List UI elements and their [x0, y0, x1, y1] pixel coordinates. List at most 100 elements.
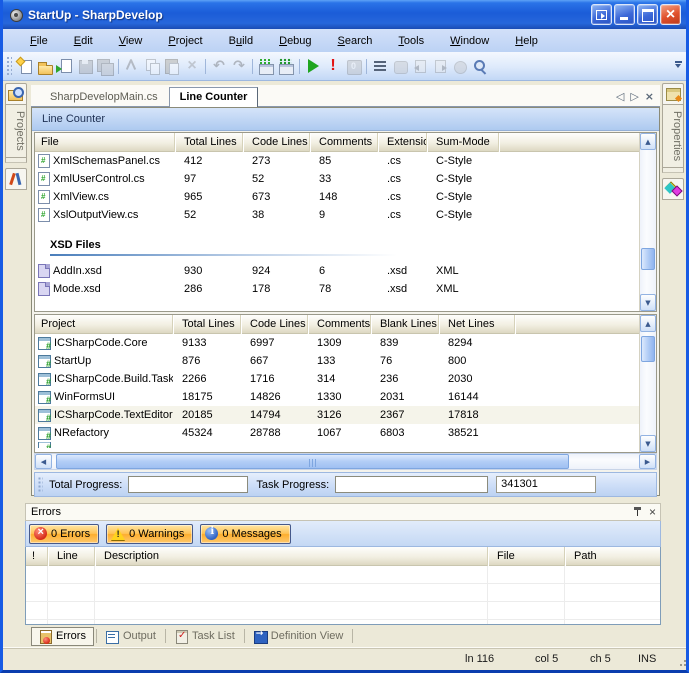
filter-button[interactable]: 0 Warnings	[106, 524, 193, 544]
file-row[interactable]: XslOutputView.cs 52 38 9 .cs C-Style	[35, 206, 639, 224]
column-header[interactable]	[515, 315, 639, 334]
clipped-row[interactable]	[35, 442, 639, 448]
toolbar-grip[interactable]	[6, 56, 12, 76]
scroll-down-icon[interactable]: ▼	[640, 435, 656, 452]
open-file-icon[interactable]	[55, 57, 75, 76]
undo-icon[interactable]	[209, 57, 229, 76]
tool-window-tab[interactable]: Definition View	[247, 628, 351, 645]
column-header[interactable]: Comments	[310, 133, 378, 152]
bookmark-list-icon[interactable]	[370, 57, 390, 76]
column-header[interactable]: Extension	[378, 133, 427, 152]
project-row[interactable]: ICSharpCode.TextEditor 20185 14794 3126 …	[35, 406, 639, 424]
column-header[interactable]: Code Lines	[243, 133, 310, 152]
column-header[interactable]: File	[35, 133, 175, 152]
file-row[interactable]: AddIn.xsd 930 924 6 .xsd XML	[35, 262, 639, 280]
open-icon[interactable]	[35, 57, 55, 76]
progress-strip-grip[interactable]	[38, 477, 43, 493]
redo-icon[interactable]	[229, 57, 249, 76]
search-icon[interactable]	[470, 57, 490, 76]
tool-window-tab[interactable]: Errors	[31, 627, 94, 646]
file-row[interactable]: XmlSchemasPanel.cs 412 273 85 .cs C-Styl…	[35, 152, 639, 170]
cut-icon[interactable]	[122, 57, 142, 76]
column-header[interactable]: Project	[35, 315, 173, 334]
project-row[interactable]: ICSharpCode.Core 9133 6997 1309 839 8294	[35, 334, 639, 352]
new-file-icon[interactable]	[15, 57, 35, 76]
clear-bookmarks-icon[interactable]	[450, 57, 470, 76]
scrollbar-thumb[interactable]	[641, 336, 655, 362]
run-icon[interactable]	[303, 57, 323, 76]
document-tab[interactable]: SharpDevelopMain.cs	[39, 87, 169, 106]
project-row[interactable]: StartUp 876 667 133 76 800	[35, 352, 639, 370]
close-icon[interactable]	[660, 4, 681, 25]
profiler-icon[interactable]	[343, 57, 363, 76]
build-all-icon[interactable]	[276, 57, 296, 76]
tool-window-tab[interactable]: Output	[99, 628, 163, 645]
menu-item[interactable]: Debug	[266, 32, 324, 50]
menu-item[interactable]: Edit	[61, 32, 106, 50]
files-table-scrollbar[interactable]: ▲ ▼	[639, 133, 656, 311]
menu-item[interactable]: View	[106, 32, 156, 50]
sidebar-item-properties[interactable]: Properties	[662, 83, 684, 167]
column-header[interactable]: Line	[48, 547, 95, 566]
scroll-left-icon[interactable]: ◀	[35, 454, 52, 469]
menu-item[interactable]: Search	[325, 32, 386, 50]
column-header[interactable]: File	[488, 547, 565, 566]
menu-item[interactable]: Help	[502, 32, 551, 50]
paste-icon[interactable]	[162, 57, 182, 76]
menu-item[interactable]: Window	[437, 32, 502, 50]
scrollbar-thumb[interactable]	[56, 454, 569, 469]
column-header[interactable]	[499, 133, 639, 152]
close-panel-icon[interactable]: ×	[649, 506, 656, 518]
project-row[interactable]: NRefactory 45324 28788 1067 6803 38521	[35, 424, 639, 442]
separator[interactable]	[249, 57, 256, 76]
column-header[interactable]: Total Lines	[173, 315, 241, 334]
next-tab-icon[interactable]: ▷	[630, 90, 638, 103]
document-tab[interactable]: Line Counter	[169, 87, 259, 107]
projects-table-scrollbar[interactable]: ▲ ▼	[639, 315, 656, 452]
file-row[interactable]: XmlView.cs 965 673 148 .cs C-Style	[35, 188, 639, 206]
minimize-icon[interactable]	[614, 4, 635, 25]
scroll-right-icon[interactable]: ▶	[639, 454, 656, 469]
column-header[interactable]: Blank Lines	[371, 315, 439, 334]
titlebar[interactable]: StartUp - SharpDevelop	[3, 0, 686, 29]
scrollbar-thumb[interactable]	[641, 248, 655, 270]
resize-grip[interactable]	[680, 664, 682, 666]
prev-bookmark-icon[interactable]	[410, 57, 430, 76]
copy-icon[interactable]	[142, 57, 162, 76]
separator[interactable]	[363, 57, 370, 76]
scroll-down-icon[interactable]: ▼	[640, 294, 656, 311]
separator[interactable]	[296, 57, 303, 76]
project-row[interactable]: ICSharpCode.Build.Tasks 2266 1716 314 23…	[35, 370, 639, 388]
pin-icon[interactable]	[632, 506, 643, 518]
toggle-bookmark-icon[interactable]	[390, 57, 410, 76]
menu-item[interactable]: Tools	[385, 32, 437, 50]
column-header[interactable]: Description	[95, 547, 488, 566]
menu-item[interactable]: File	[17, 32, 61, 50]
file-row[interactable]: Mode.xsd 286 178 78 .xsd XML	[35, 280, 639, 298]
sidebar-item-tools[interactable]	[5, 168, 27, 190]
separator[interactable]	[115, 57, 122, 76]
menu-item[interactable]: Build	[216, 32, 266, 50]
column-header[interactable]: Path	[565, 547, 660, 566]
column-header[interactable]: Code Lines	[241, 315, 308, 334]
save-icon[interactable]	[75, 57, 95, 76]
menu-item[interactable]: Project	[155, 32, 215, 50]
column-header[interactable]: Sum-Mode	[427, 133, 499, 152]
prev-tab-icon[interactable]: ◁	[616, 90, 624, 103]
scroll-up-icon[interactable]: ▲	[640, 315, 656, 332]
filter-button[interactable]: 0 Errors	[29, 524, 99, 544]
toolbar-overflow-icon[interactable]	[672, 53, 684, 79]
save-all-icon[interactable]	[95, 57, 115, 76]
close-tab-icon[interactable]: ×	[645, 90, 654, 103]
scroll-up-icon[interactable]: ▲	[640, 133, 656, 150]
tool-window-tab[interactable]: Task List	[168, 628, 242, 645]
separator[interactable]	[202, 57, 209, 76]
column-header[interactable]: !	[26, 547, 48, 566]
delete-icon[interactable]	[182, 57, 202, 76]
horizontal-scrollbar[interactable]: ◀ ▶	[34, 453, 657, 470]
column-header[interactable]: Comments	[308, 315, 371, 334]
project-row[interactable]: WinFormsUI 18175 14826 1330 2031 16144	[35, 388, 639, 406]
stop-icon[interactable]	[323, 57, 343, 76]
float-window-icon[interactable]	[591, 4, 612, 25]
sidebar-item-classes[interactable]	[662, 178, 684, 200]
